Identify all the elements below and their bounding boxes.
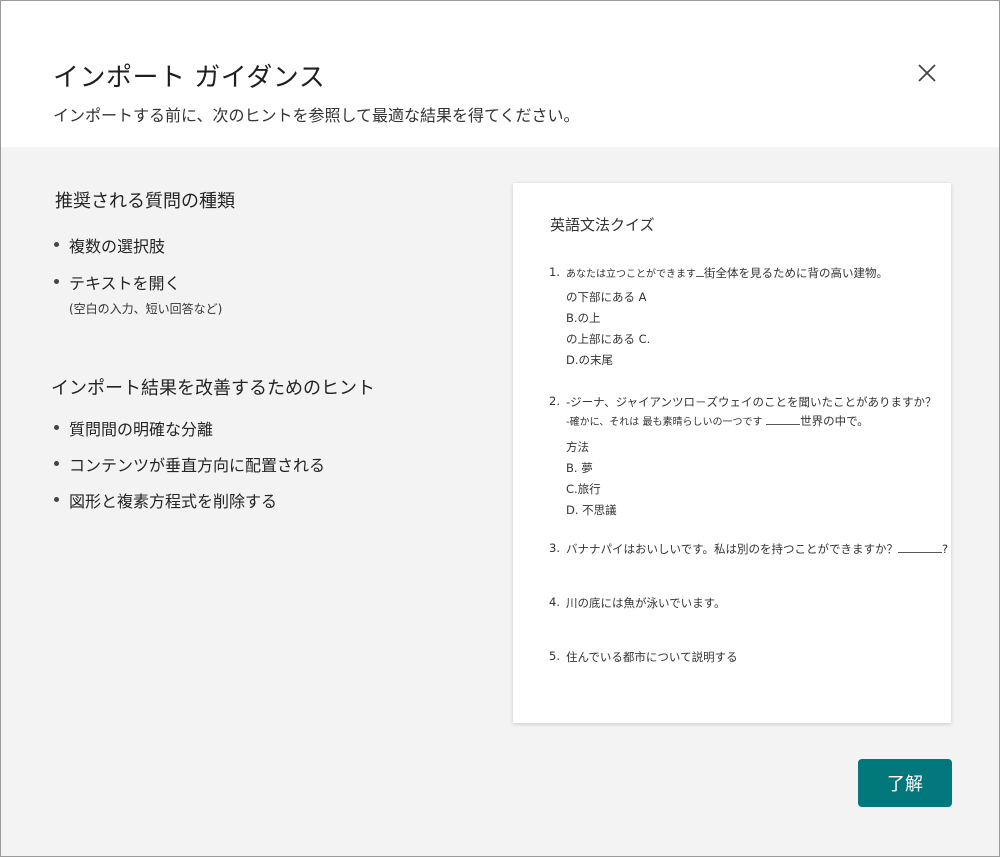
option: C.旅行 [566, 482, 601, 496]
import-guidance-dialog: インポート ガイダンス インポートする前に、次のヒントを参照して最適な結果を得て… [0, 0, 1000, 857]
question-subtext: -確かに、それは 最も素晴らしいの一つです [566, 417, 763, 428]
question-text: バナナパイはおいしいです。私は別のを持つことができますか？ [566, 542, 899, 556]
quiz-question-5: 5. 住んでいる都市について説明する [549, 649, 738, 665]
quiz-question-2: 2. -ジーナ、ジャイアンツロ－ズウェイのことを聞いたことがありますか？ -確か… [549, 394, 937, 518]
list-item: 複数の選択肢 [53, 233, 235, 257]
question-subtext-cont: 世界の中で。 [800, 414, 869, 428]
list-item: コンテンツが垂直方向に配置される [53, 452, 471, 476]
question-text: あなたは立つことができます [566, 269, 696, 280]
list-item: テキストを開く [53, 270, 235, 294]
option: 方法 [566, 440, 589, 454]
question-number: 2. [549, 394, 560, 408]
close-icon [918, 64, 936, 82]
question-number: 3. [549, 541, 560, 555]
question-text-cont: 街全体を見るために背の高い建物。 [704, 266, 888, 280]
list-item: 図形と複素方程式を削除する [53, 488, 471, 512]
dialog-header: インポート ガイダンス インポートする前に、次のヒントを参照して最適な結果を得て… [1, 1, 999, 147]
list-item: 質問間の明確な分離 [53, 416, 471, 440]
recommended-heading: 推奨される質問の種類 [55, 191, 235, 212]
option: D. 不思議 [566, 503, 617, 517]
question-text: 住んでいる都市について説明する [566, 650, 738, 664]
option: の上部にある C. [566, 332, 651, 346]
tips-heading: インポート結果を改善するためのヒント [51, 378, 375, 399]
close-button[interactable] [909, 55, 945, 91]
question-text-cont: ? [942, 542, 949, 556]
ok-button[interactable]: 了解 [858, 759, 952, 807]
option: B.の上 [566, 311, 601, 325]
option: B. 夢 [566, 461, 593, 475]
option: の下部にある A [566, 290, 647, 304]
question-number: 4. [549, 595, 560, 609]
option: D.の末尾 [566, 353, 614, 367]
recommended-list: 複数の選択肢 テキストを開く [53, 233, 235, 294]
question-number: 1. [549, 265, 560, 279]
tips-list: 質問間の明確な分離 コンテンツが垂直方向に配置される 図形と複素方程式を削除する [53, 416, 471, 512]
quiz-question-1: 1. あなたは立つことができます 街全体を見るために背の高い建物。 の下部にある … [549, 265, 888, 368]
tips-section: インポート結果を改善するためのヒント 質問間の明確な分離 コンテンツが垂直方向に… [51, 374, 471, 512]
recommended-note: (空白の入力、短い回答など) [69, 302, 223, 316]
recommended-section: 推奨される質問の種類 複数の選択肢 テキストを開く (空白の入力、短い回答など) [53, 187, 235, 317]
dialog-title: インポート ガイダンス [53, 63, 326, 93]
dialog-subtitle: インポートする前に、次のヒントを参照して最適な結果を得てください。 [53, 106, 580, 125]
question-text: 川の底には魚が泳いでいます。 [566, 596, 726, 610]
sample-quiz-preview: 英語文法クイズ 1. あなたは立つことができます 街全体を見るために背の高い建物。… [513, 183, 951, 723]
preview-title: 英語文法クイズ [550, 216, 655, 234]
quiz-question-4: 4. 川の底には魚が泳いでいます。 [549, 595, 726, 611]
question-number: 5. [549, 649, 560, 663]
quiz-question-3: 3. バナナパイはおいしいです。私は別のを持つことができますか？? [549, 541, 948, 557]
question-text: -ジーナ、ジャイアンツロ－ズウェイのことを聞いたことがありますか？ [566, 395, 937, 409]
